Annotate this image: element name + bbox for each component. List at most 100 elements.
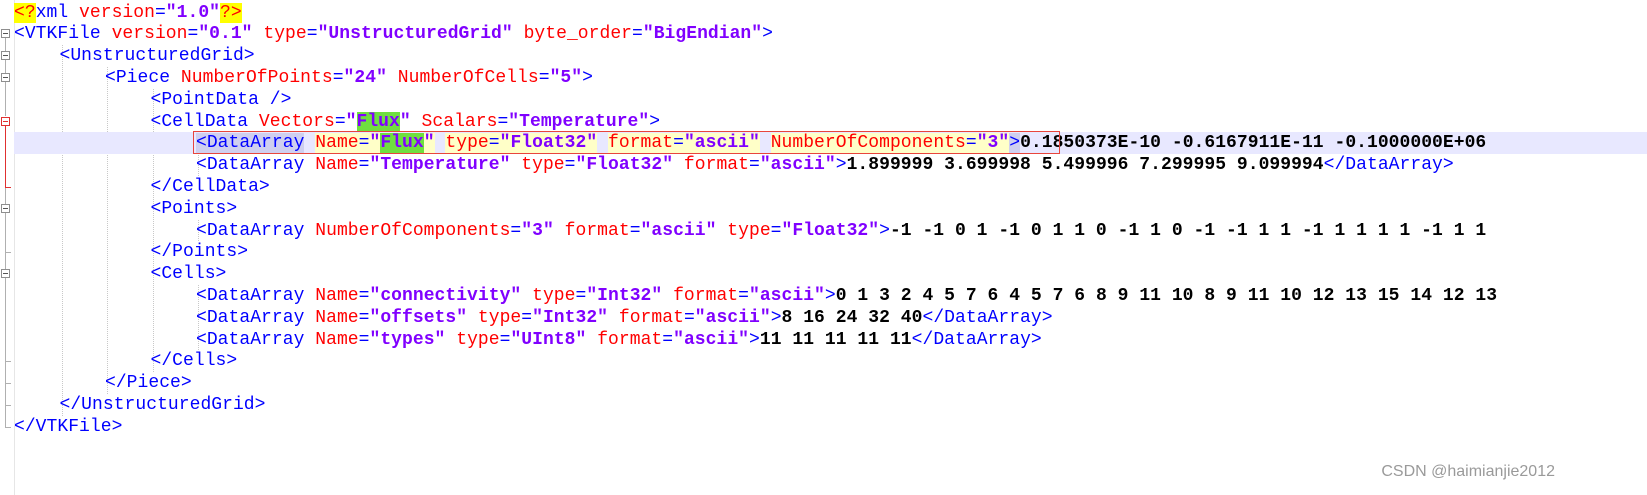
code-token: " xyxy=(369,133,381,154)
fold-toggle-icon[interactable] xyxy=(1,29,10,39)
code-token: "3" xyxy=(976,133,1010,154)
code-token: = xyxy=(334,111,346,132)
code-token: = xyxy=(499,329,511,350)
fold-end xyxy=(5,404,11,406)
fold-line xyxy=(5,125,6,188)
code-token: "ascii" xyxy=(749,285,825,306)
code-line[interactable]: </CellData> xyxy=(14,176,270,198)
code-token: </VTKFile> xyxy=(14,416,123,437)
code-line[interactable]: </UnstructuredGrid> xyxy=(14,394,266,416)
code-line[interactable]: <DataArray Name="Temperature" type="Floa… xyxy=(14,154,1454,176)
code-line[interactable]: <Points> xyxy=(14,198,238,220)
code-token: xml xyxy=(35,2,69,23)
code-token: <DataArray xyxy=(196,307,305,328)
code-line[interactable]: <UnstructuredGrid> xyxy=(14,45,255,67)
code-line[interactable]: <VTKFile version="0.1" type="Unstructure… xyxy=(14,23,773,45)
code-token: > xyxy=(835,155,847,176)
code-token: 8 16 24 32 40 xyxy=(781,307,923,328)
code-token: 0.1850373E-10 -0.6167911E-11 -0.1000000E… xyxy=(1020,133,1487,154)
code-token: </Cells> xyxy=(150,351,238,372)
code-token: "Int32" xyxy=(586,285,663,306)
code-line[interactable]: <Piece NumberOfPoints="24" NumberOfCells… xyxy=(14,67,593,89)
code-token: "1.0" xyxy=(165,2,221,23)
code-token: Vectors xyxy=(248,111,335,132)
code-line[interactable]: <Cells> xyxy=(14,263,227,285)
code-token: 1.899999 3.699998 5.499996 7.299995 9.09… xyxy=(846,155,1324,176)
code-token: = xyxy=(358,133,370,154)
code-token: </DataArray> xyxy=(1323,155,1454,176)
code-token: Name xyxy=(315,133,359,154)
code-token: > xyxy=(879,220,890,241)
code-token: ?> xyxy=(220,2,242,23)
code-token: </DataArray> xyxy=(922,307,1053,328)
code-line[interactable]: </Cells> xyxy=(14,350,238,372)
code-token: "types" xyxy=(369,329,446,350)
code-token: format xyxy=(662,285,739,306)
code-line[interactable]: </Points> xyxy=(14,241,249,263)
code-token: "24" xyxy=(343,67,387,88)
code-token: = xyxy=(748,155,760,176)
fold-end xyxy=(5,426,11,428)
code-token: "Temperature" xyxy=(508,111,650,132)
code-line[interactable]: </VTKFile> xyxy=(14,416,122,438)
code-token: "UnstructuredGrid" xyxy=(317,24,513,45)
code-token: byte_order xyxy=(512,24,633,45)
fold-toggle-icon[interactable] xyxy=(1,72,10,82)
code-line[interactable]: <?xml version="1.0"?> xyxy=(14,2,242,24)
xml-editor[interactable]: <?xml version="1.0"?> <VTKFile version="0… xyxy=(0,0,1647,495)
fold-toggle-icon[interactable] xyxy=(1,269,10,279)
code-token: = xyxy=(564,155,576,176)
code-token: " xyxy=(399,111,411,132)
code-line[interactable]: </Piece> xyxy=(14,372,192,394)
code-line[interactable]: <PointData /> xyxy=(14,89,292,111)
code-token: Scalars xyxy=(410,111,498,132)
code-token: = xyxy=(538,67,550,88)
fold-end xyxy=(5,361,11,363)
code-token: " xyxy=(423,133,435,154)
code-token: "Float32" xyxy=(575,155,674,176)
fold-line xyxy=(5,187,6,428)
fold-margin[interactable] xyxy=(0,0,15,495)
code-token: version xyxy=(100,24,188,45)
fold-toggle-icon[interactable] xyxy=(1,51,10,61)
code-token: </DataArray> xyxy=(911,329,1042,350)
code-token: version xyxy=(68,2,155,23)
code-token: = xyxy=(187,24,199,45)
code-token: = xyxy=(154,2,166,23)
code-token: type xyxy=(445,329,500,350)
code-line[interactable]: <CellData Vectors="Flux" Scalars="Temper… xyxy=(14,111,660,133)
code-token: format xyxy=(608,307,684,328)
code-token: "ascii" xyxy=(683,133,760,154)
code-token: > xyxy=(749,329,760,350)
code-token: "UInt8" xyxy=(510,329,587,350)
code-token: = xyxy=(358,329,370,350)
code-token: format xyxy=(608,133,674,154)
code-token: format xyxy=(673,155,749,176)
code-token: Flux xyxy=(380,133,424,154)
fold-toggle-icon[interactable] xyxy=(1,203,10,213)
code-token: "ascii" xyxy=(759,155,836,176)
code-token: <DataArray xyxy=(196,155,305,176)
code-line[interactable]: <DataArray Name="types" type="UInt8" for… xyxy=(14,329,1042,351)
code-token: = xyxy=(358,155,370,176)
fold-toggle-icon[interactable] xyxy=(1,116,10,126)
code-token: </Piece> xyxy=(105,373,192,394)
code-line[interactable]: <DataArray Name="offsets" type="Int32" f… xyxy=(14,307,1053,329)
code-token: <DataArray xyxy=(196,285,305,306)
code-token: "offsets" xyxy=(369,307,468,328)
code-token: type xyxy=(521,285,576,306)
code-line[interactable]: <DataArray NumberOfComponents="3" format… xyxy=(14,220,1486,242)
code-token: = xyxy=(770,220,782,241)
code-token: > xyxy=(649,111,661,132)
code-token: "ascii" xyxy=(673,329,750,350)
code-token: <PointData /> xyxy=(150,89,292,110)
code-line[interactable]: <DataArray Name="Flux" type="Float32" fo… xyxy=(14,132,1647,155)
code-token: NumberOfPoints xyxy=(170,67,333,88)
code-token: "ascii" xyxy=(640,220,717,241)
code-line[interactable]: <DataArray Name="connectivity" type="Int… xyxy=(14,285,1497,307)
code-token: type xyxy=(510,155,565,176)
code-token: > xyxy=(770,307,782,328)
code-token: type xyxy=(467,307,522,328)
